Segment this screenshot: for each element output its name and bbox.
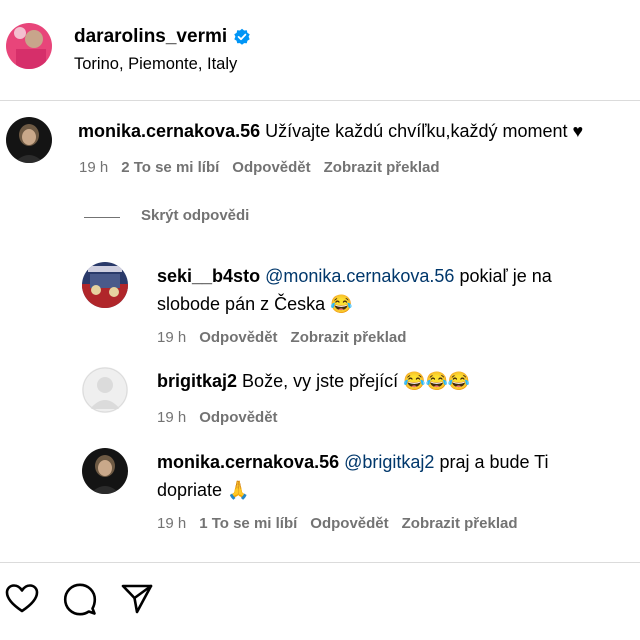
reply-avatar[interactable] [82,367,128,413]
comment-reply-button[interactable]: Odpovědět [232,159,310,176]
reply-time[interactable]: 19 h [157,515,186,532]
hide-replies-button[interactable]: Skrýt odpovědi [141,207,249,224]
reply-avatar[interactable] [82,262,128,308]
reply-body-line1: pokiaľ je na [454,266,552,286]
send-icon[interactable] [119,581,155,617]
reply-text: brigitkaj2 Bože, vy jste přející 😂😂😂 [157,367,470,395]
reply-mention[interactable]: @monika.cernakova.56 [265,266,454,286]
verified-badge-icon [233,28,251,46]
comment-translate-button[interactable]: Zobrazit překlad [324,159,440,176]
hide-replies-line [84,217,120,218]
reply-body-line2: dopriate 🙏 [157,480,250,500]
reply-username[interactable]: seki__b4sto [157,266,260,286]
comment-bubble-icon[interactable] [62,581,98,617]
reply-time[interactable]: 19 h [157,409,186,426]
comment-username[interactable]: monika.cernakova.56 [78,121,260,141]
comment-likes-button[interactable]: 2 To se mi líbí [121,159,219,176]
reply-mention[interactable]: @brigitkaj2 [344,452,434,472]
comment-body: Užívajte každú chvíľku,každý moment ♥ [265,121,584,141]
reply-translate-button[interactable]: Zobrazit překlad [291,329,407,346]
reply-avatar[interactable] [82,448,128,494]
reply-username[interactable]: brigitkaj2 [157,371,237,391]
reply-likes-button[interactable]: 1 To se mi líbí [199,515,297,532]
heart-icon[interactable] [4,581,40,617]
comment-text: monika.cernakova.56 Užívajte každú chvíľ… [78,117,583,145]
comment-meta: 19 h 2 To se mi líbí Odpovědět Zobrazit … [79,159,453,176]
reply-reply-button[interactable]: Odpovědět [199,409,277,426]
reply-username[interactable]: monika.cernakova.56 [157,452,339,472]
post-location[interactable]: Torino, Piemonte, Italy [74,55,237,74]
post-author-username[interactable]: dararolins_vermi [74,26,227,48]
reply-body: Bože, vy jste přející 😂😂😂 [242,371,471,391]
reply-time[interactable]: 19 h [157,329,186,346]
post-author: dararolins_vermi [74,26,251,48]
reply-body-line2: slobode pán z Česka 😂 [157,294,353,314]
reply-translate-button[interactable]: Zobrazit překlad [402,515,518,532]
post-author-avatar[interactable] [6,23,52,69]
reply-reply-button[interactable]: Odpovědět [199,329,277,346]
reply-meta: 19 h 1 To se mi líbí Odpovědět Zobrazit … [157,515,531,532]
header-divider [0,100,640,101]
comment-time[interactable]: 19 h [79,159,108,176]
reply-text: monika.cernakova.56 @brigitkaj2 praj a b… [157,448,549,504]
reply-meta: 19 h Odpovědět Zobrazit překlad [157,329,419,346]
reply-reply-button[interactable]: Odpovědět [310,515,388,532]
commenter-avatar[interactable] [6,117,52,163]
reply-meta: 19 h Odpovědět [157,409,291,426]
reply-text: seki__b4sto @monika.cernakova.56 pokiaľ … [157,262,552,318]
actions-divider [0,562,640,563]
reply-body-line1: praj a bude Ti [434,452,549,472]
